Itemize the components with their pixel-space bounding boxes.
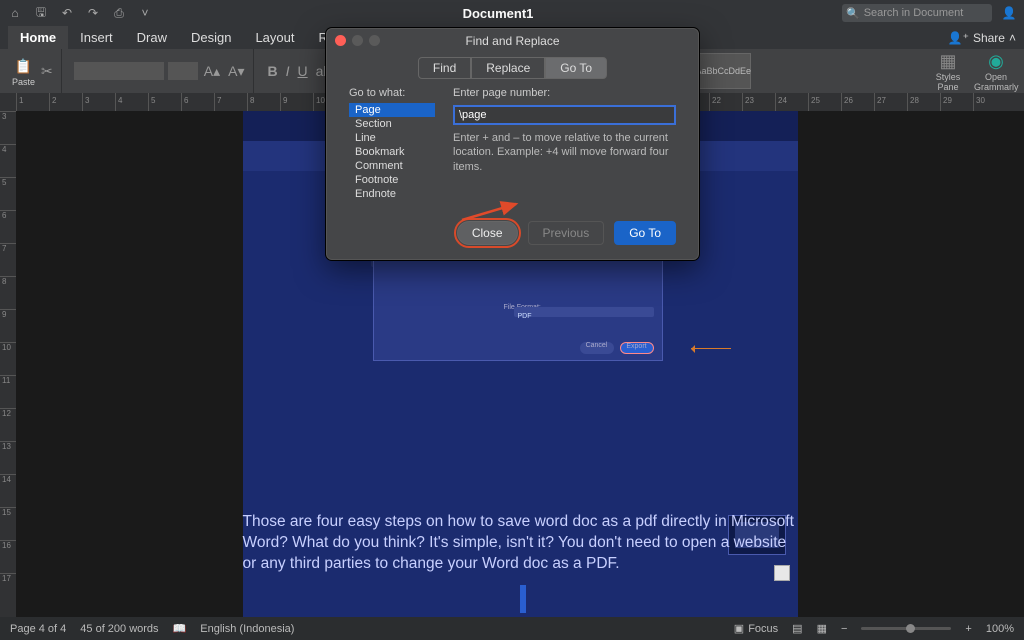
style-subtitle[interactable]: AaBbCcDdEe (695, 53, 751, 89)
inner-save-dialog: File Format: PDF Cancel Export (373, 251, 663, 361)
goto-what-label: Go to what: (349, 87, 435, 99)
page-number-label: Enter page number: (453, 87, 676, 99)
focus-mode-button[interactable]: ▣Focus (734, 622, 778, 635)
styles-pane-button[interactable]: ▦Styles Pane (926, 51, 970, 92)
tab-goto[interactable]: Go To (545, 57, 607, 79)
goto-item-footnote[interactable]: Footnote (349, 173, 435, 187)
zoom-in-icon[interactable]: + (965, 623, 971, 635)
document-body-text[interactable]: Those are four easy steps on how to save… (243, 510, 798, 577)
grammarly-icon: ◉ (974, 51, 1018, 72)
goto-what-list[interactable]: Page Section Line Bookmark Comment Footn… (349, 103, 435, 201)
user-icon[interactable]: 👤 (1000, 4, 1018, 22)
status-language[interactable]: English (Indonesia) (200, 623, 294, 635)
print-icon[interactable]: ⎙ (110, 4, 128, 22)
dialog-title: Find and Replace (327, 34, 698, 48)
goto-item-page[interactable]: Page (349, 103, 435, 117)
close-window-icon[interactable] (335, 35, 346, 46)
paste-options-icon[interactable] (774, 565, 790, 581)
tab-layout[interactable]: Layout (243, 26, 306, 49)
cut-icon[interactable]: ✂ (39, 61, 55, 82)
vertical-ruler[interactable]: 34567891011121314151617 (0, 111, 16, 617)
find-replace-dialog: Find and Replace Find Replace Go To Go t… (326, 28, 699, 260)
font-size-select[interactable] (168, 62, 198, 80)
spellcheck-icon[interactable]: 📖 (173, 622, 187, 635)
increase-font-icon[interactable]: A▴ (202, 61, 222, 82)
tab-insert[interactable]: Insert (68, 26, 125, 49)
goto-item-bookmark[interactable]: Bookmark (349, 145, 435, 159)
goto-button[interactable]: Go To (614, 221, 676, 245)
share-button[interactable]: 👤⁺ Share ˄ (948, 31, 1016, 45)
toolbar-more-icon[interactable]: ˅ (136, 4, 154, 22)
redo-icon[interactable]: ↷ (84, 4, 102, 22)
styles-icon: ▦ (926, 51, 970, 72)
tab-draw[interactable]: Draw (125, 26, 179, 49)
view-print-icon[interactable]: ▤ (792, 622, 802, 635)
page-number-input[interactable] (453, 105, 676, 125)
home-icon[interactable]: ⌂ (6, 4, 24, 22)
search-icon: 🔍 (846, 7, 860, 20)
status-bar: Page 4 of 4 45 of 200 words 📖 English (I… (0, 617, 1024, 640)
decrease-font-icon[interactable]: A▾ (226, 61, 246, 82)
status-word-count[interactable]: 45 of 200 words (80, 623, 158, 635)
tab-find[interactable]: Find (418, 57, 471, 79)
goto-hint-text: Enter + and – to move relative to the cu… (453, 131, 676, 174)
paste-button[interactable]: 📋 (12, 56, 35, 77)
save-icon[interactable]: 🖫 (32, 4, 50, 22)
goto-item-line[interactable]: Line (349, 131, 435, 145)
maximize-window-icon (369, 35, 380, 46)
minimize-window-icon (352, 35, 363, 46)
inner-arrow-annotation (691, 348, 731, 349)
focus-icon: ▣ (734, 622, 744, 635)
undo-icon[interactable]: ↶ (58, 4, 76, 22)
inner-cancel-button: Cancel (580, 342, 614, 354)
inner-export-button: Export (620, 342, 654, 354)
page-break-indicator (520, 585, 526, 613)
inner-file-format-field: PDF (514, 307, 654, 317)
italic-button[interactable]: I (284, 61, 292, 81)
goto-item-section[interactable]: Section (349, 117, 435, 131)
search-placeholder: Search in Document (864, 7, 964, 19)
tab-replace[interactable]: Replace (471, 57, 545, 79)
document-title: Document1 (463, 6, 534, 21)
titlebar: ⌂ 🖫 ↶ ↷ ⎙ ˅ Document1 🔍 Search in Docume… (0, 0, 1024, 26)
underline-button[interactable]: U (296, 61, 310, 81)
bold-button[interactable]: B (266, 61, 280, 81)
close-button[interactable]: Close (457, 221, 518, 245)
search-input[interactable]: 🔍 Search in Document (842, 4, 992, 22)
goto-item-endnote[interactable]: Endnote (349, 187, 435, 201)
zoom-slider[interactable] (861, 627, 951, 630)
status-page[interactable]: Page 4 of 4 (10, 623, 66, 635)
tab-design[interactable]: Design (179, 26, 243, 49)
chevron-up-icon[interactable]: ˄ (1009, 31, 1016, 45)
goto-item-comment[interactable]: Comment (349, 159, 435, 173)
zoom-level[interactable]: 100% (986, 623, 1014, 635)
previous-button: Previous (528, 221, 605, 245)
font-family-select[interactable] (74, 62, 164, 80)
view-web-icon[interactable]: ▦ (817, 622, 827, 635)
zoom-out-icon[interactable]: − (841, 623, 847, 635)
tab-home[interactable]: Home (8, 26, 68, 49)
share-icon: 👤⁺ (948, 31, 969, 45)
grammarly-button[interactable]: ◉Open Grammarly (974, 51, 1018, 92)
